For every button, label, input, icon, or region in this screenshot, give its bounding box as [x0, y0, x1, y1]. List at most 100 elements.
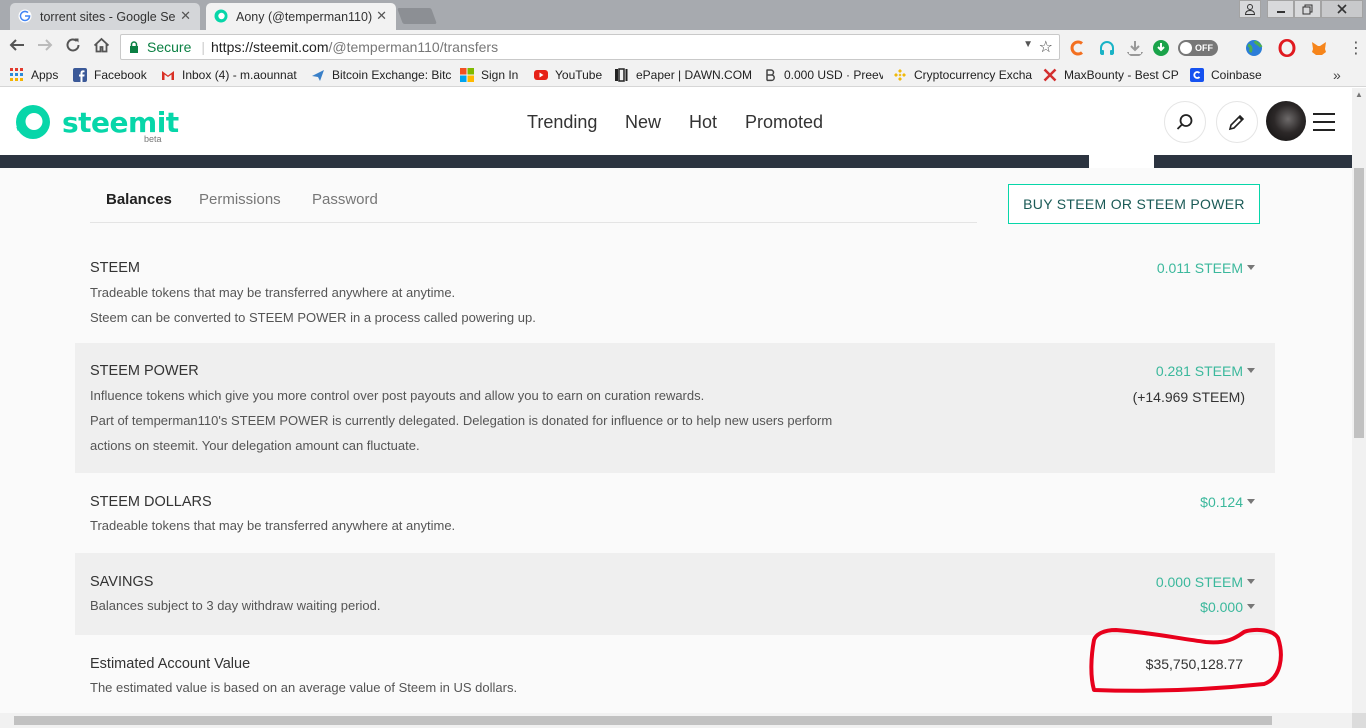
hamburger-menu-icon[interactable] — [1313, 113, 1335, 131]
balance-row-savings: SAVINGS Balances subject to 3 day withdr… — [75, 553, 1275, 635]
steemit-logo-icon[interactable] — [14, 103, 52, 141]
bookmark-gmail[interactable]: Inbox (4) - m.aounnat — [161, 68, 301, 82]
scrollbar-thumb[interactable] — [14, 716, 1272, 725]
search-button[interactable] — [1164, 101, 1206, 143]
nav-new[interactable]: New — [625, 112, 661, 133]
bookmark-label: 0.000 USD · Preev — [784, 68, 883, 82]
headphones-icon[interactable] — [1098, 39, 1116, 57]
plane-icon — [312, 70, 324, 81]
bookmark-apps[interactable]: Apps — [10, 68, 58, 82]
bookmark-coinbase[interactable]: Coinbase — [1190, 68, 1262, 82]
tab-password[interactable]: Password — [312, 191, 378, 208]
description-line: Influence tokens which give you more con… — [90, 388, 705, 403]
reload-icon[interactable] — [62, 37, 84, 58]
bookmark-facebook[interactable]: Facebook — [73, 68, 147, 82]
bookmark-label: YouTube — [555, 68, 603, 82]
metamask-fox-icon[interactable] — [1310, 39, 1328, 57]
bookmarks-overflow-icon[interactable]: » — [1333, 67, 1341, 83]
search-icon — [1176, 114, 1193, 130]
coinbase-icon — [1190, 68, 1204, 82]
browser-menu-icon[interactable]: ⋮ — [1348, 38, 1364, 58]
row-title: STEEM — [90, 260, 140, 276]
row-description: Balances subject to 3 day withdraw waiti… — [90, 593, 381, 618]
download-icon[interactable] — [1126, 39, 1144, 57]
tab-google-search[interactable]: torrent sites - Google Se ✕ — [10, 3, 200, 30]
home-icon[interactable] — [90, 37, 112, 58]
row-description: Tradeable tokens that may be transferred… — [90, 280, 536, 330]
binance-icon — [894, 69, 906, 81]
balance-row-steem-power: STEEM POWER Influence tokens which give … — [75, 343, 1275, 473]
bookmark-label: Facebook — [94, 68, 147, 82]
row-title: SAVINGS — [90, 574, 154, 590]
wallet-tabs: Balances Permissions Password — [90, 168, 977, 223]
close-window-icon[interactable] — [1321, 0, 1363, 18]
amount-value: 0.011 STEEM — [1156, 260, 1243, 276]
description-line: Balances subject to 3 day withdraw waiti… — [90, 598, 381, 613]
red-highlight-annotation — [1089, 627, 1283, 693]
profile-icon[interactable] — [1239, 0, 1261, 18]
tab-balances[interactable]: Balances — [106, 191, 172, 208]
caret-down-icon — [1247, 265, 1255, 270]
row-title: Estimated Account Value — [90, 656, 251, 672]
savings-steem-amount-dropdown[interactable]: 0.000 STEEM — [1156, 574, 1255, 590]
close-tab-icon[interactable]: ✕ — [180, 8, 191, 24]
steem-dollars-amount-dropdown[interactable]: $0.124 — [1200, 494, 1255, 510]
tab-permissions[interactable]: Permissions — [199, 191, 281, 208]
row-description: The estimated value is based on an avera… — [90, 675, 517, 700]
bookmark-youtube[interactable]: YouTube — [534, 68, 602, 82]
bookmark-bitcoin-exchange[interactable]: Bitcoin Exchange: Bitc — [311, 68, 451, 82]
address-bar[interactable]: Secure | https://steemit.com/@temperman1… — [120, 34, 1060, 60]
address-separator: | — [201, 39, 205, 55]
green-download-icon[interactable] — [1152, 39, 1170, 57]
steem-power-amount-dropdown[interactable]: 0.281 STEEM — [1156, 363, 1255, 379]
bookmark-preev[interactable]: 0.000 USD · Preev — [763, 68, 883, 82]
scrollbar-thumb[interactable] — [1354, 168, 1364, 438]
screen: torrent sites - Google Se ✕ Aony (@tempe… — [0, 0, 1366, 728]
scroll-up-icon[interactable]: ▲ — [1352, 88, 1366, 102]
nav-promoted[interactable]: Promoted — [745, 112, 823, 133]
apps-grid-icon — [10, 68, 23, 81]
site-header: steemit beta Trending New Hot Promoted — [0, 88, 1352, 155]
gmail-icon — [162, 71, 174, 80]
submit-post-button[interactable] — [1216, 101, 1258, 143]
bookmark-label: MaxBounty - Best CP — [1064, 68, 1179, 82]
nav-hot[interactable]: Hot — [689, 112, 717, 133]
caret-down-icon — [1247, 499, 1255, 504]
dawn-icon — [615, 68, 628, 82]
extension-c-icon[interactable] — [1068, 39, 1086, 57]
bookmark-label: ePaper | DAWN.COM — [636, 68, 753, 82]
lock-icon — [130, 41, 138, 53]
restore-window-icon[interactable] — [1294, 0, 1321, 18]
bookmark-dawn[interactable]: ePaper | DAWN.COM — [615, 68, 752, 82]
description-line: Tradeable tokens that may be transferred… — [90, 285, 456, 300]
bookmark-label: Bitcoin Exchange: Bitc — [332, 68, 451, 82]
toggle-label: OFF — [1195, 43, 1213, 53]
user-avatar[interactable] — [1266, 101, 1306, 141]
bookmark-sign-in[interactable]: Sign In — [460, 68, 518, 82]
vertical-scrollbar[interactable]: ▲ — [1352, 88, 1366, 713]
minimize-window-icon[interactable] — [1267, 0, 1294, 18]
forward-arrow-icon[interactable] — [34, 37, 56, 58]
amount-value: 0.000 STEEM — [1155, 574, 1243, 590]
header-divider-bar — [0, 155, 1352, 168]
balance-row-steem-dollars: STEEM DOLLARS Tradeable tokens that may … — [75, 473, 1275, 553]
tab-steemit[interactable]: Aony (@temperman110) ✕ — [206, 3, 396, 31]
back-arrow-icon[interactable] — [6, 37, 28, 58]
tab-title: Aony (@temperman110) — [236, 10, 373, 24]
bookmark-cryptocurrency-exchange[interactable]: Cryptocurrency Excha — [893, 68, 1033, 82]
extension-off-toggle[interactable]: OFF — [1178, 40, 1218, 56]
opera-icon[interactable] — [1278, 39, 1296, 57]
globe-extension-icon[interactable] — [1245, 39, 1263, 57]
horizontal-scrollbar[interactable] — [0, 713, 1352, 728]
dropdown-caret-icon[interactable]: ▼ — [1023, 39, 1033, 50]
close-tab-icon[interactable]: ✕ — [376, 8, 387, 24]
steem-amount-dropdown[interactable]: 0.011 STEEM — [1157, 260, 1255, 276]
bookmark-star-icon[interactable]: ☆ — [1039, 37, 1053, 57]
new-tab-button[interactable] — [397, 8, 437, 24]
caret-down-icon — [1247, 579, 1255, 584]
nav-trending[interactable]: Trending — [527, 112, 597, 133]
bookmark-maxbounty[interactable]: MaxBounty - Best CP — [1043, 68, 1179, 82]
buy-steem-button[interactable]: BUY STEEM OR STEEM POWER — [1008, 184, 1260, 224]
savings-usd-amount-dropdown[interactable]: $0.000 — [1200, 599, 1255, 615]
row-title: STEEM POWER — [90, 363, 199, 379]
